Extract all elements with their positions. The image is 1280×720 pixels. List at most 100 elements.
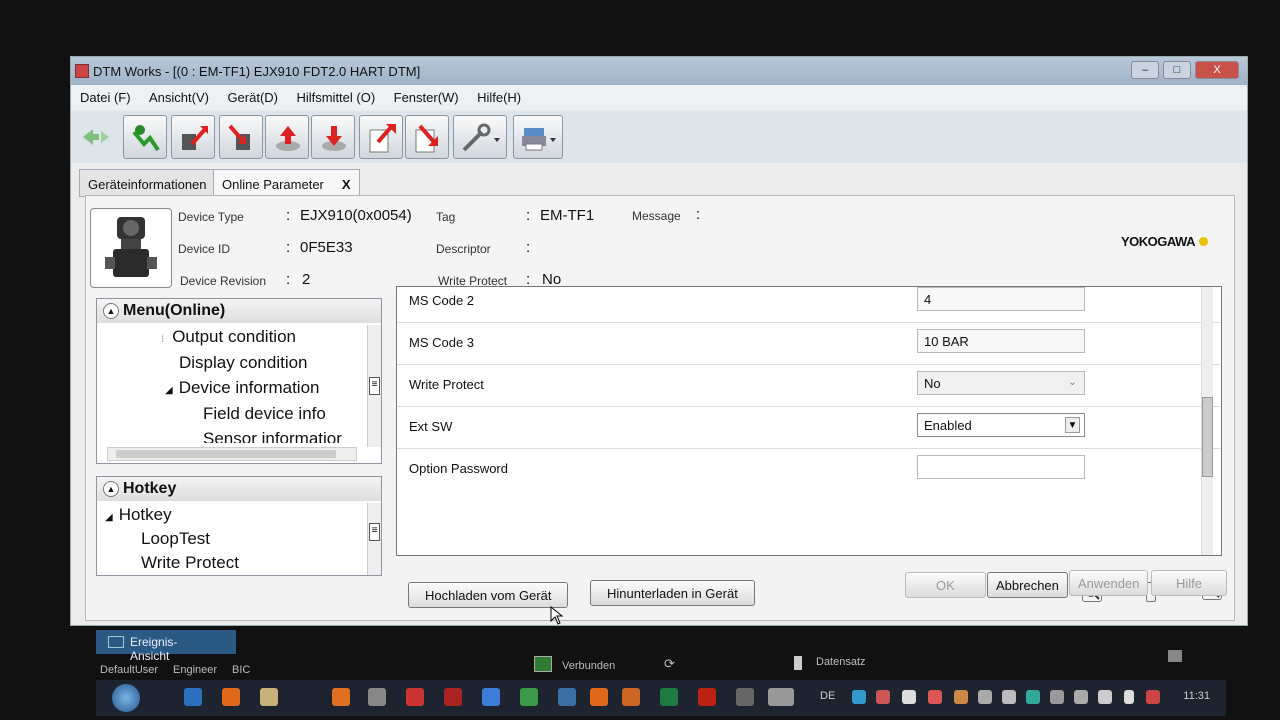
tray-icon[interactable]: [954, 690, 968, 704]
menu-fenster[interactable]: Fenster(W): [387, 85, 466, 110]
tree-item-looptest[interactable]: LoopTest: [141, 529, 210, 549]
param-row-ext-sw: Ext SW Enabled ▼: [397, 407, 1221, 449]
tree-item-sensor-information[interactable]: Sensor informatior: [203, 429, 342, 443]
ie-icon[interactable]: [184, 688, 202, 706]
app-icon[interactable]: [444, 688, 462, 706]
scroll-thumb[interactable]: [1202, 397, 1213, 477]
app-icon[interactable]: [406, 688, 424, 706]
menu-hilfe[interactable]: Hilfe(H): [470, 85, 528, 110]
device-online-icon[interactable]: [123, 115, 167, 159]
scroll-thumb[interactable]: ≡: [369, 523, 380, 541]
status-bic: BIC: [232, 664, 251, 676]
tree-item-hotkey[interactable]: ◢ Hotkey: [105, 505, 172, 525]
device-type-value: EJX910(0x0054): [300, 207, 412, 224]
help-button[interactable]: Hilfe: [1151, 570, 1228, 596]
firefox-icon[interactable]: [590, 688, 608, 706]
bluetooth-icon[interactable]: [1124, 690, 1134, 704]
start-button[interactable]: [112, 684, 140, 712]
scroll-thumb[interactable]: ≡: [369, 377, 380, 395]
app-icon[interactable]: [332, 688, 350, 706]
tree-item-label: Device information: [178, 378, 320, 397]
tree-item-field-device-info[interactable]: Field device info: [203, 404, 326, 424]
print-icon[interactable]: [513, 115, 563, 159]
device-download-icon[interactable]: [219, 115, 263, 159]
upload-from-device-button[interactable]: Hochladen vom Gerät: [408, 582, 569, 608]
app-icon[interactable]: [482, 688, 500, 706]
collapse-icon[interactable]: ▲: [103, 480, 119, 497]
tray-icon[interactable]: [1098, 690, 1112, 704]
message-colon: :: [696, 206, 701, 223]
collapse-icon[interactable]: ▲: [103, 302, 119, 319]
menu-vertical-scrollbar[interactable]: ≡: [367, 325, 381, 447]
title-bar[interactable]: DTM Works - [(0 : EM-TF1) EJX910 FDT2.0 …: [71, 57, 1247, 85]
parameter-vertical-scrollbar[interactable]: [1201, 287, 1213, 555]
menu-bar: Datei (F) Ansicht(V) Gerät(D) Hilfsmitte…: [71, 85, 1247, 109]
tray-icon[interactable]: [978, 690, 992, 704]
option-password-field[interactable]: [917, 455, 1085, 479]
download-icon[interactable]: [311, 115, 355, 159]
scroll-thumb[interactable]: [116, 450, 336, 458]
upload-icon[interactable]: [265, 115, 309, 159]
tray-icon[interactable]: [902, 690, 916, 704]
cancel-button[interactable]: Abbrechen: [987, 572, 1068, 598]
tree-item-device-information[interactable]: ◢ Device information: [165, 378, 319, 398]
excel-icon[interactable]: [660, 688, 678, 706]
powerpoint-icon[interactable]: [622, 688, 640, 706]
navigation-panel: ▲ Menu(Online) ⁝ Output condition Display …: [96, 296, 382, 620]
explorer-icon[interactable]: [260, 688, 278, 706]
menu-datei[interactable]: Datei (F): [73, 85, 138, 110]
import-icon[interactable]: [405, 115, 449, 159]
ok-button[interactable]: OK: [905, 572, 986, 598]
tab-device-info[interactable]: Geräteinformationen: [79, 169, 216, 197]
clock[interactable]: 11:31: [1183, 690, 1210, 702]
tray-icon[interactable]: [1002, 690, 1016, 704]
tab-close-icon[interactable]: X: [342, 177, 351, 192]
tree-item-label: Output condition: [172, 327, 296, 346]
tools-icon[interactable]: [453, 115, 507, 159]
download-to-device-button[interactable]: Hinunterladen in Gerät: [590, 580, 755, 606]
tray-icon[interactable]: [1050, 690, 1064, 704]
tray-icon[interactable]: [1074, 690, 1088, 704]
tray-icon[interactable]: [852, 690, 866, 704]
tab-online-parameter-label: Online Parameter: [222, 177, 324, 192]
language-indicator[interactable]: DE: [820, 690, 835, 702]
menu-horizontal-scrollbar[interactable]: [107, 447, 357, 461]
yokogawa-logo: YOKOGAWA: [1121, 234, 1208, 249]
connect-icon[interactable]: [81, 125, 111, 154]
tree-item-display-condition[interactable]: Display condition: [179, 353, 308, 373]
hotkey-vertical-scrollbar[interactable]: ≡: [367, 503, 381, 575]
ms-code-3-field[interactable]: 10 BAR: [917, 329, 1085, 353]
chevron-down-icon[interactable]: ▼: [1065, 417, 1080, 433]
export-icon[interactable]: [359, 115, 403, 159]
apply-button[interactable]: Anwenden: [1069, 570, 1149, 596]
tray-icon[interactable]: [928, 690, 942, 704]
maximize-button[interactable]: □: [1163, 61, 1191, 79]
status-indicator-icon: [1168, 650, 1182, 662]
ms-code-2-field[interactable]: 4: [917, 287, 1085, 311]
menu-ansicht[interactable]: Ansicht(V): [142, 85, 216, 110]
minimize-button[interactable]: ‒: [1131, 61, 1159, 79]
acrobat-icon[interactable]: [698, 688, 716, 706]
tray-icon[interactable]: [876, 690, 890, 704]
app-icon[interactable]: [558, 688, 576, 706]
tray-icon[interactable]: [1026, 690, 1040, 704]
device-type-label: Device Type: [178, 210, 244, 224]
close-button[interactable]: X: [1195, 61, 1239, 79]
chrome-icon[interactable]: [520, 688, 538, 706]
dtm-works-task-icon[interactable]: [768, 688, 794, 706]
device-upload-icon[interactable]: [171, 115, 215, 159]
app-icon[interactable]: [736, 688, 754, 706]
app-icon[interactable]: [368, 688, 386, 706]
volume-icon[interactable]: [1146, 690, 1160, 704]
device-revision-colon: :: [286, 271, 291, 288]
ext-sw-select[interactable]: Enabled ▼: [917, 413, 1085, 437]
tree-item-output-condition[interactable]: ⁝ Output condition: [161, 327, 296, 347]
parameter-list: MS Code 2 4 MS Code 3 10 BAR Write Prote…: [396, 286, 1222, 556]
tree-item-write-protect[interactable]: Write Protect: [141, 553, 239, 573]
menu-hilfsmittel[interactable]: Hilfsmittel (O): [289, 85, 382, 110]
firefox-icon[interactable]: [222, 688, 240, 706]
hotkey-header[interactable]: ▲ Hotkey: [97, 477, 381, 501]
menu-online-header[interactable]: ▲ Menu(Online): [97, 299, 381, 323]
tab-online-parameter[interactable]: Online Parameter X: [213, 169, 360, 197]
menu-geraet[interactable]: Gerät(D): [220, 85, 285, 110]
